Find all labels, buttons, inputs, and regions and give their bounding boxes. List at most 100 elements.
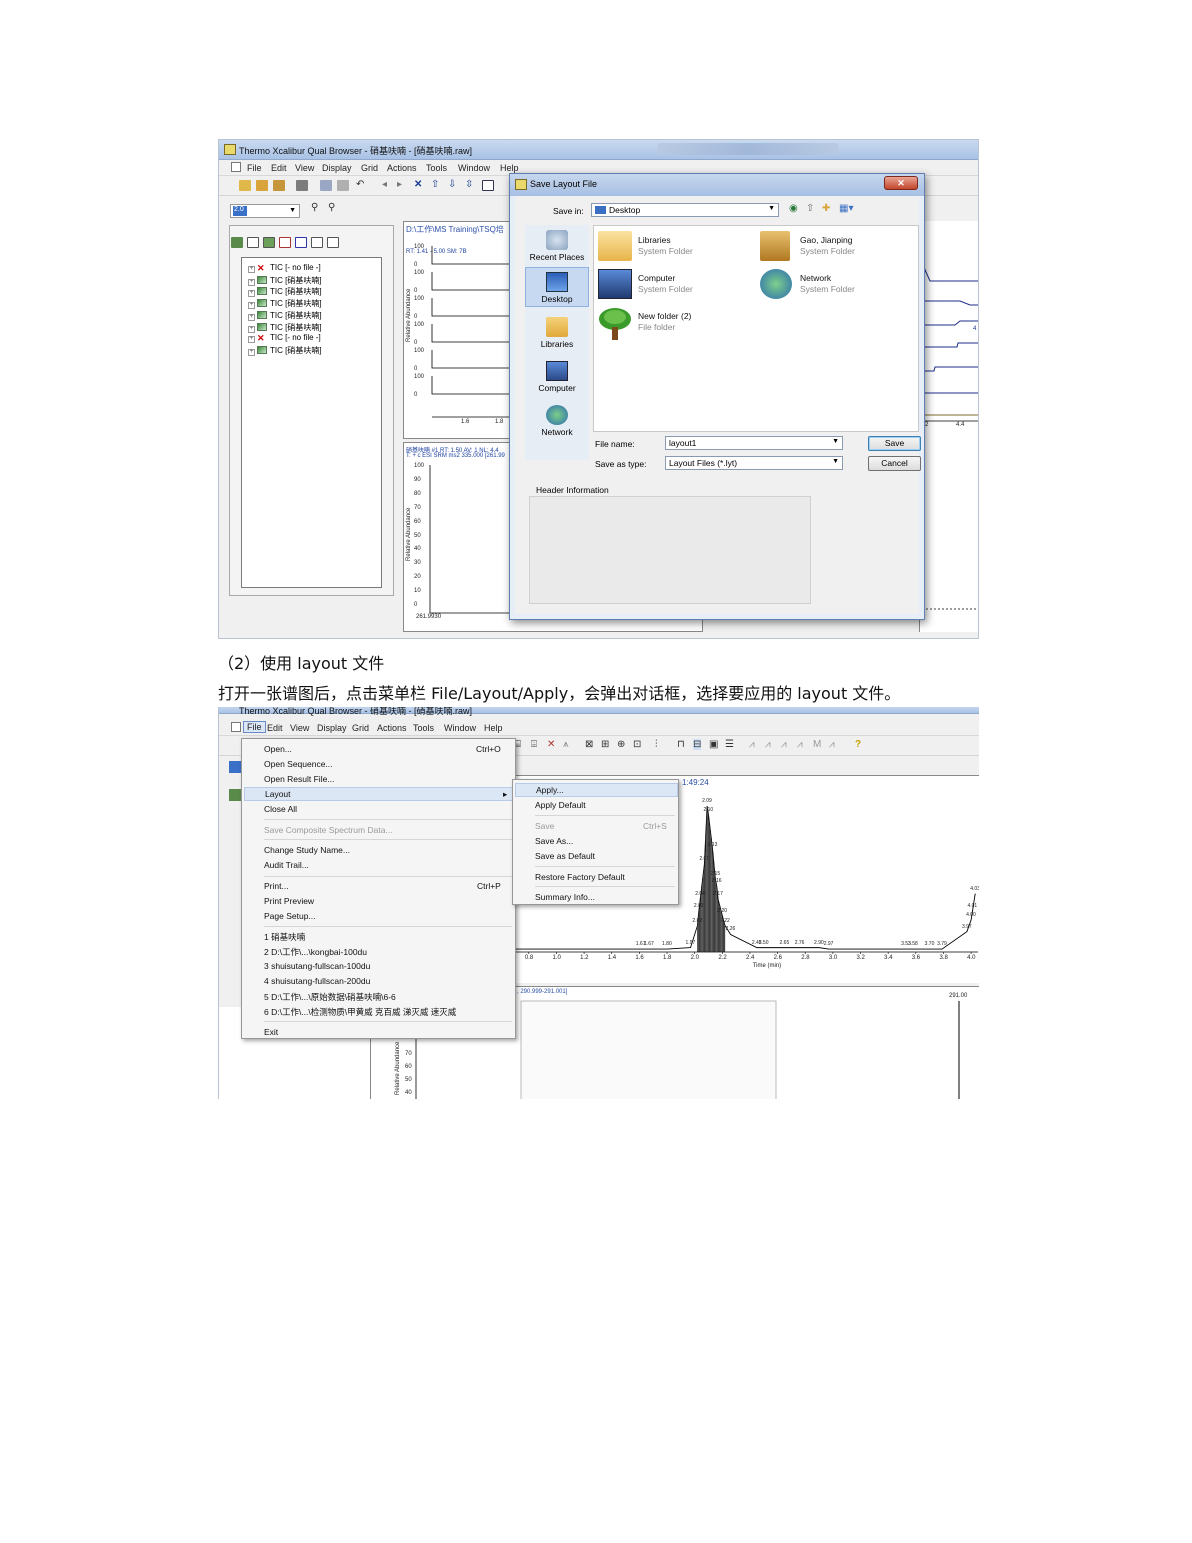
cancel-button[interactable]: Cancel	[868, 456, 921, 471]
menu-edit[interactable]: Edit	[271, 163, 287, 173]
expand-icon[interactable]: +	[248, 336, 255, 344]
expand-icon[interactable]: +	[248, 348, 255, 356]
new-folder-icon[interactable]: ✚	[822, 203, 830, 214]
expand-icon[interactable]: +	[248, 278, 255, 286]
save-button[interactable]: Save	[868, 436, 921, 451]
zoom-icon[interactable]: ⚲	[311, 202, 318, 213]
open-sequence-icon[interactable]	[256, 180, 268, 191]
file-menu-item[interactable]: 5 D:\工作\...\原始数据\硝基呋喃\6-6	[264, 991, 396, 1003]
toolbar-icon[interactable]: ⊟	[693, 739, 702, 750]
file-menu-item[interactable]: Close All	[264, 804, 297, 814]
file-menu-item[interactable]: 3 shuisutang-fullscan-100du	[264, 961, 370, 971]
layout-menu-item[interactable]: Apply Default	[535, 800, 586, 810]
menu-display[interactable]: Display	[317, 723, 347, 733]
tree-item[interactable]: + TIC [硝基呋喃]	[248, 286, 322, 298]
panel-mass-icon[interactable]	[295, 237, 307, 248]
file-item-user[interactable]: Gao, Jianping System Folder	[760, 231, 910, 263]
panel-chromatogram-icon[interactable]	[263, 237, 275, 248]
file-menu-item[interactable]: Change Study Name...	[264, 845, 350, 855]
toolbar-icon[interactable]: ⩘	[797, 739, 803, 750]
layout-menu-item[interactable]: Restore Factory Default	[535, 872, 625, 882]
back-icon[interactable]: ◂	[382, 179, 387, 190]
save-type-select[interactable]: Layout Files (*.lyt) ▼	[665, 456, 843, 470]
menu-tools[interactable]: Tools	[413, 723, 434, 733]
expand-icon[interactable]: +	[248, 290, 255, 298]
menu-edit[interactable]: Edit	[267, 723, 283, 733]
place-network[interactable]: Network	[525, 405, 589, 437]
toolbar-icon[interactable]: ⌹	[531, 739, 537, 750]
layout-menu-item[interactable]: Apply...	[515, 783, 678, 797]
copy-icon[interactable]	[320, 180, 332, 191]
zoom-out-icon[interactable]: ✕	[414, 179, 422, 190]
toolbar-icon[interactable]: ⊓	[677, 739, 685, 750]
file-item-libraries[interactable]: Libraries System Folder	[598, 231, 748, 263]
up-folder-icon[interactable]: ⇧	[806, 203, 814, 214]
menu-view[interactable]: View	[295, 163, 314, 173]
toolbar-icon[interactable]: ✕	[547, 739, 555, 750]
panel-doc-icon[interactable]	[311, 237, 323, 248]
save-in-select[interactable]: Desktop ▼	[591, 203, 779, 217]
open-icon[interactable]	[239, 180, 251, 191]
toolbar-icon[interactable]: ⊡	[633, 739, 641, 750]
file-menu-item[interactable]: 6 D:\工作\...\检测物质\甲黄威 克百威 涕灭威 速灭威	[264, 1006, 456, 1018]
layout-menu-item[interactable]: Summary Info...	[535, 892, 595, 902]
toolbar-icon[interactable]: ⩘	[781, 739, 787, 750]
panel-tool-icon[interactable]	[231, 237, 243, 248]
menu-help[interactable]: Help	[500, 163, 519, 173]
file-menu-item[interactable]: Open...	[264, 744, 292, 754]
file-menu-item[interactable]: 1 硝基呋喃	[264, 931, 305, 943]
file-item-network[interactable]: Network System Folder	[760, 269, 910, 301]
place-desktop[interactable]: Desktop	[525, 267, 589, 307]
file-menu-item[interactable]: Page Setup...	[264, 911, 316, 921]
file-menu-item[interactable]: 2 D:\工作\...\kongbai-100du	[264, 946, 367, 958]
panel-tool-icon[interactable]	[229, 789, 241, 801]
toolbar-icon[interactable]: ▣	[709, 739, 718, 750]
toolbar-icon[interactable]: ⫶	[655, 739, 658, 750]
menu-help[interactable]: Help	[484, 723, 503, 733]
forward-icon[interactable]: ▸	[397, 179, 402, 190]
updown-icon[interactable]: ⇳	[465, 179, 473, 190]
down-icon[interactable]: ⇩	[448, 179, 456, 190]
place-libraries[interactable]: Libraries	[525, 317, 589, 349]
panel-ms-icon[interactable]	[327, 237, 339, 248]
file-menu-item[interactable]: Layout	[244, 787, 513, 801]
expand-icon[interactable]: +	[248, 302, 255, 310]
file-name-input[interactable]: layout1 ▼	[665, 436, 843, 450]
toolbar-icon[interactable]: ⊠	[585, 739, 593, 750]
panel-spectrum-icon[interactable]	[279, 237, 291, 248]
menu-actions[interactable]: Actions	[377, 723, 407, 733]
tree-item[interactable]: + ✕ TIC [- no file -]	[248, 333, 321, 344]
expand-icon[interactable]: +	[248, 266, 255, 273]
file-menu-item[interactable]: Open Sequence...	[264, 759, 333, 769]
file-menu-item[interactable]: Audit Trail...	[264, 860, 309, 870]
tree-item[interactable]: + TIC [硝基呋喃]	[248, 275, 322, 286]
menu-view[interactable]: View	[290, 723, 309, 733]
undo-icon[interactable]: ↶	[356, 179, 364, 190]
tree-item[interactable]: + ✕ TIC [- no file -]	[248, 263, 321, 273]
fit-icon[interactable]	[482, 180, 494, 191]
layout-menu-item[interactable]: Save As...	[535, 836, 573, 846]
toolbar-icon[interactable]: M	[813, 739, 821, 750]
file-item-new-folder[interactable]: New folder (2) File folder	[598, 307, 748, 341]
file-menu-item[interactable]: Open Result File...	[264, 774, 334, 784]
up-icon[interactable]: ⇧	[431, 179, 439, 190]
toolbar-icon[interactable]: ⩚	[563, 739, 569, 750]
menu-grid[interactable]: Grid	[352, 723, 369, 733]
toolbar-icon[interactable]: ⩘	[829, 739, 835, 750]
panel-page-icon[interactable]	[247, 237, 259, 248]
tree-item[interactable]: + TIC [硝基呋喃]	[248, 310, 322, 321]
range-combo[interactable]: 2.0 ▼	[230, 204, 300, 218]
print-icon[interactable]	[296, 180, 308, 191]
expand-icon[interactable]: +	[248, 325, 255, 333]
place-recent[interactable]: Recent Places	[525, 230, 589, 262]
tree-item[interactable]: + TIC [硝基呋喃]	[248, 345, 322, 356]
menu-display[interactable]: Display	[322, 163, 352, 173]
range-combo-stub[interactable]	[229, 761, 241, 773]
tree-item[interactable]: + TIC [硝基呋喃]	[248, 322, 322, 333]
toolbar-icon[interactable]: ⊞	[601, 739, 609, 750]
layout-menu-item[interactable]: Save as Default	[535, 851, 595, 861]
menu-actions[interactable]: Actions	[387, 163, 417, 173]
file-menu-item[interactable]: Print...	[264, 881, 289, 891]
tree-item[interactable]: + TIC [硝基呋喃]	[248, 298, 322, 310]
back-icon[interactable]: ◉	[789, 203, 798, 214]
